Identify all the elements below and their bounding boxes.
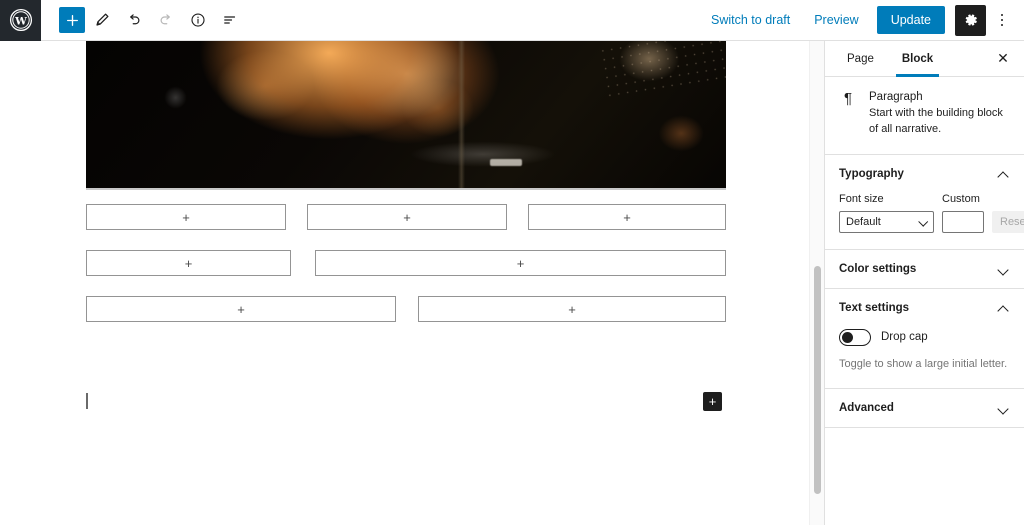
- list-view-button[interactable]: [215, 5, 245, 35]
- roaster-grille-detail: [597, 41, 726, 99]
- plus-icon: +: [403, 209, 411, 225]
- plus-icon: +: [516, 255, 525, 271]
- panel-typography: Typography Font size Default Custom Rese…: [825, 155, 1024, 250]
- preview-button[interactable]: Preview: [802, 7, 870, 33]
- gear-icon: [965, 14, 977, 26]
- drop-cap-toggle[interactable]: [839, 328, 871, 346]
- switch-to-draft-button[interactable]: Switch to draft: [699, 7, 802, 33]
- plus-icon: +: [568, 301, 576, 317]
- panel-advanced-header[interactable]: Advanced: [825, 389, 1024, 427]
- font-size-label: Font size: [839, 192, 884, 205]
- drop-cap-toggle-knob: [842, 331, 853, 343]
- plus-icon: +: [237, 301, 245, 317]
- text-cursor: [86, 393, 88, 409]
- reset-font-size-button[interactable]: Reset: [992, 210, 1024, 233]
- panel-color-settings: Color settings: [825, 250, 1024, 289]
- roaster-highlight-detail: [490, 159, 522, 166]
- panel-advanced: Advanced: [825, 389, 1024, 429]
- kebab-menu-icon: [1000, 23, 1004, 27]
- pencil-icon: [96, 13, 109, 26]
- editor-actions-group: Switch to draft Preview Update: [699, 4, 1024, 36]
- block-appender[interactable]: +: [315, 250, 726, 276]
- panel-text-settings-header[interactable]: Text settings: [825, 289, 1024, 327]
- redo-arrow-icon: [160, 14, 170, 25]
- block-appender[interactable]: +: [307, 204, 507, 230]
- chevron-down-icon: [998, 264, 1008, 274]
- chevron-up-icon: [998, 303, 1008, 313]
- canvas-scrollbar-thumb[interactable]: [814, 266, 821, 494]
- wordpress-logo-icon: W: [9, 8, 33, 32]
- drop-cap-help-text: Toggle to show a large initial letter.: [839, 357, 1008, 370]
- panel-advanced-title: Advanced: [839, 402, 894, 415]
- add-block-button[interactable]: [59, 7, 85, 33]
- panel-text-settings-title: Text settings: [839, 301, 910, 314]
- block-appender[interactable]: +: [86, 204, 286, 230]
- svg-text:W: W: [14, 15, 27, 27]
- block-appender[interactable]: +: [86, 250, 291, 276]
- plus-icon: [66, 14, 78, 26]
- roaster-bar-detail: [458, 41, 465, 190]
- settings-button[interactable]: [955, 4, 986, 36]
- wordpress-logo-button[interactable]: W: [0, 0, 41, 41]
- editor-canvas: + + + + + + + +: [0, 41, 824, 525]
- undo-button[interactable]: [119, 5, 149, 35]
- details-button[interactable]: [183, 5, 213, 35]
- block-type-title: Paragraph: [869, 91, 923, 103]
- list-view-icon: [224, 16, 236, 24]
- block-inserter-button[interactable]: +: [703, 392, 722, 411]
- settings-sidebar: Page Block ✕ ¶ Paragraph Start with the …: [824, 41, 1024, 525]
- chevron-up-icon: [998, 169, 1008, 179]
- featured-image-block[interactable]: [86, 41, 726, 190]
- chevron-down-icon: [918, 216, 929, 227]
- close-sidebar-button[interactable]: ✕: [990, 41, 1016, 76]
- tab-page[interactable]: Page: [833, 41, 888, 76]
- chevron-down-icon: [998, 403, 1008, 413]
- more-options-button[interactable]: [988, 5, 1016, 36]
- panel-typography-title: Typography: [839, 167, 904, 180]
- panel-typography-body: Font size Default Custom Reset: [825, 193, 1024, 249]
- paragraph-pilcrow-icon: ¶: [843, 90, 853, 107]
- info-circle-icon: [191, 13, 205, 27]
- undo-arrow-icon: [130, 14, 140, 25]
- sidebar-tablist: Page Block ✕: [825, 41, 1024, 77]
- plus-icon: +: [623, 209, 631, 225]
- custom-font-size-label: Custom: [942, 192, 980, 205]
- panel-typography-header[interactable]: Typography: [825, 155, 1024, 193]
- editor-tools-group: [41, 5, 245, 35]
- panel-color-settings-title: Color settings: [839, 262, 917, 275]
- font-size-value: Default: [846, 215, 881, 228]
- editor-top-bar: W Switch to draft Preview Update: [0, 0, 1024, 41]
- drop-cap-label: Drop cap: [881, 331, 928, 344]
- block-type-card: ¶ Paragraph Start with the building bloc…: [825, 77, 1024, 155]
- update-button[interactable]: Update: [876, 6, 945, 34]
- kebab-menu-icon: [1000, 18, 1004, 22]
- custom-font-size-input[interactable]: [942, 210, 984, 233]
- post-content-area: + + + + + + +: [86, 41, 726, 322]
- panel-text-settings: Text settings Drop cap Toggle to show a …: [825, 289, 1024, 390]
- block-appender[interactable]: +: [86, 296, 396, 322]
- panel-text-settings-body: Drop cap Toggle to show a large initial …: [825, 327, 1024, 388]
- edit-tools-button[interactable]: [87, 5, 117, 35]
- canvas-scrollbar[interactable]: [809, 41, 824, 525]
- block-type-description: Start with the building block of all nar…: [869, 107, 1003, 135]
- block-appender[interactable]: +: [418, 296, 726, 322]
- font-size-select[interactable]: Default: [839, 210, 934, 233]
- redo-button[interactable]: [151, 5, 181, 35]
- kebab-menu-icon: [1000, 13, 1004, 17]
- panel-color-settings-header[interactable]: Color settings: [825, 250, 1024, 288]
- block-appender[interactable]: +: [528, 204, 726, 230]
- plus-icon: +: [184, 255, 193, 271]
- plus-icon: +: [182, 209, 190, 225]
- tab-block[interactable]: Block: [888, 41, 947, 77]
